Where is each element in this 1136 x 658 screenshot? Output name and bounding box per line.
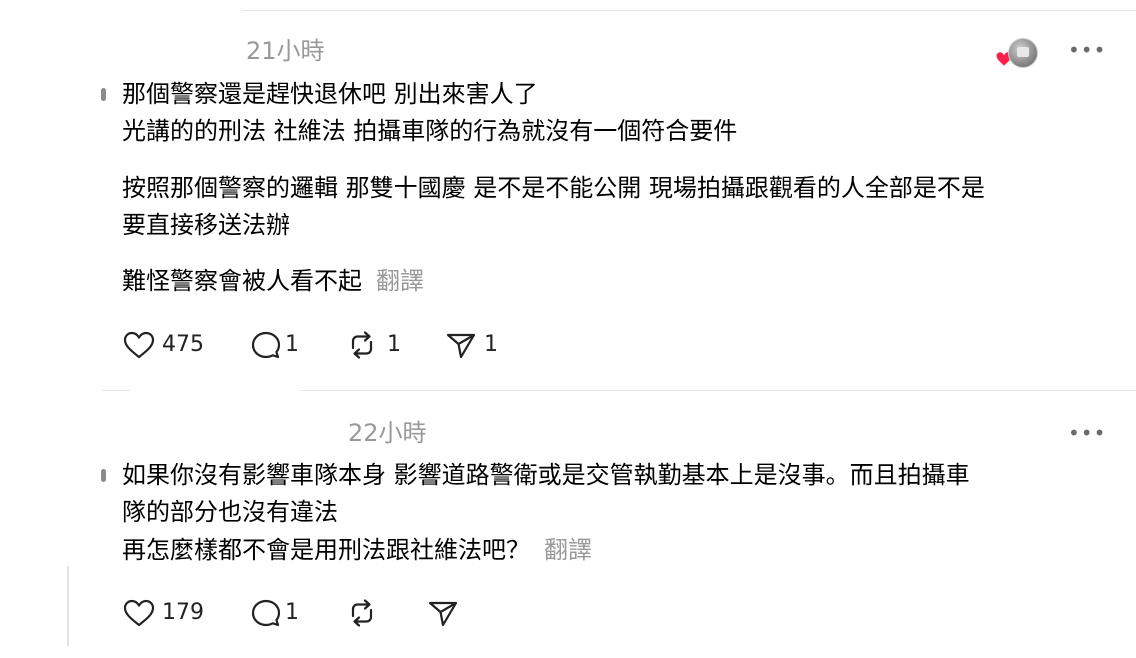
repost-icon <box>351 599 373 627</box>
edge-marker <box>101 469 106 482</box>
comment-text-line: 光講的的刑法 社維法 拍攝車隊的行為就沒有一個符合要件 <box>122 117 738 145</box>
top-divider <box>242 10 1136 11</box>
like-count: 475 <box>162 332 204 357</box>
comment-timestamp: 21小時 <box>246 37 325 65</box>
comment-text: 再怎麼樣都不會是用刑法跟社維法吧？ <box>122 536 530 564</box>
comment-timestamp: 22小時 <box>348 419 427 447</box>
repost-count: 1 <box>387 332 401 357</box>
comment-icon <box>251 599 281 627</box>
comment-text-line: 隊的部分也沒有違法 <box>122 498 338 526</box>
share-button[interactable]: 1 <box>444 330 498 360</box>
comment-text-line: 那個警察還是趕快退休吧 別出來害人了 <box>122 80 538 108</box>
repost-button[interactable] <box>345 598 379 628</box>
like-count: 179 <box>162 600 204 625</box>
heart-icon <box>123 599 155 627</box>
share-button[interactable] <box>426 598 460 628</box>
reply-button[interactable]: 1 <box>249 598 299 628</box>
repost-icon <box>351 331 373 359</box>
more-icon[interactable]: ••• <box>1068 40 1106 60</box>
section-divider <box>300 390 1136 391</box>
comment-text-line: 再怎麼樣都不會是用刑法跟社維法吧？ 翻譯 <box>122 532 592 569</box>
heart-icon <box>123 331 155 359</box>
more-icon[interactable]: ••• <box>1068 423 1106 443</box>
thread-line <box>67 566 69 646</box>
reply-count: 1 <box>285 332 299 357</box>
avatar[interactable] <box>1008 38 1038 68</box>
share-count: 1 <box>484 332 498 357</box>
like-button[interactable]: 179 <box>122 598 204 628</box>
comment-text-line: 難怪警察會被人看不起 翻譯 <box>122 263 424 300</box>
comment-text-line: 按照那個警察的邏輯 那雙十國慶 是不是不能公開 現場拍攝跟觀看的人全部是不是 <box>122 174 985 202</box>
reply-count: 1 <box>285 600 299 625</box>
translate-link[interactable]: 翻譯 <box>544 536 592 564</box>
reply-button[interactable]: 1 <box>249 330 299 360</box>
send-icon <box>446 333 476 359</box>
send-icon <box>428 601 458 627</box>
edge-marker <box>101 88 106 101</box>
section-divider <box>102 390 130 391</box>
repost-button[interactable]: 1 <box>345 330 401 360</box>
comment-text: 難怪警察會被人看不起 <box>122 267 362 295</box>
comment-icon <box>251 331 281 359</box>
comment-text-line: 要直接移送法辦 <box>122 211 290 239</box>
comment-text-line: 如果你沒有影響車隊本身 影響道路警衛或是交管執勤基本上是沒事。而且拍攝車 <box>122 461 970 489</box>
translate-link[interactable]: 翻譯 <box>376 267 424 295</box>
like-button[interactable]: 475 <box>122 330 204 360</box>
